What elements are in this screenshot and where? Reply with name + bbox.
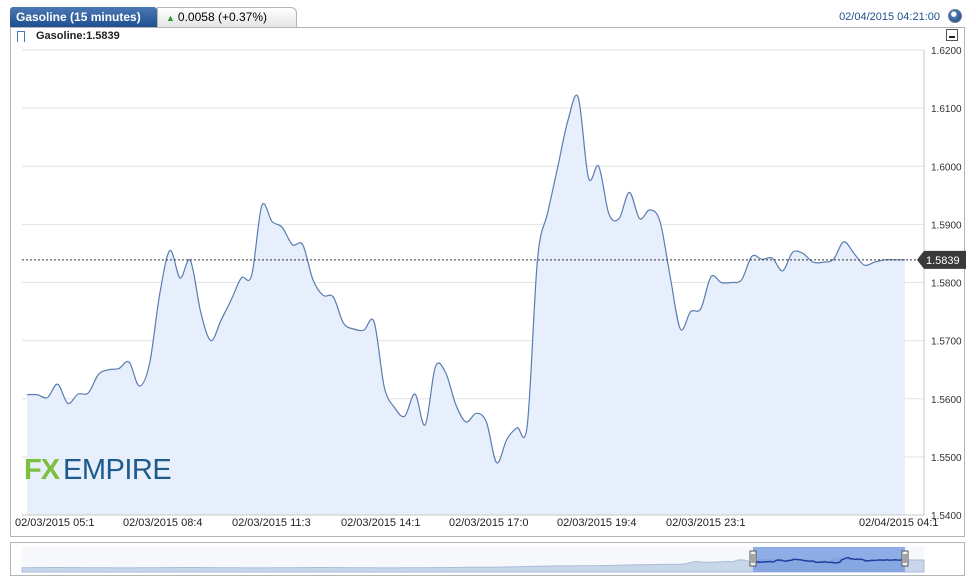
y-tick-label: 1.5600: [931, 395, 962, 406]
x-tick-label: 02/03/2015 23:1: [666, 517, 746, 529]
x-tick-label: 02/03/2015 05:1: [15, 517, 95, 529]
handle-grip-icon[interactable]: [901, 550, 909, 567]
navigator-chart[interactable]: [21, 546, 925, 573]
x-tick-label: 02/04/2015 04:1: [859, 517, 939, 529]
last-value-label: 1.5839: [926, 255, 960, 267]
y-tick-label: 1.5500: [931, 453, 962, 464]
price-chart: 1.54001.55001.56001.57001.58001.59001.60…: [15, 46, 966, 573]
x-tick-label: 02/03/2015 08:4: [123, 517, 203, 529]
x-axis: 02/03/2015 05:1 02/03/2015 08:4 02/03/2015…: [15, 517, 939, 529]
logo-empire: EMPIRE: [63, 454, 171, 486]
x-tick-label: 02/03/2015 17:0: [449, 517, 529, 529]
y-tick-label: 1.6000: [931, 162, 962, 173]
y-tick-label: 1.6200: [931, 46, 962, 57]
last-value-marker: 1.5839: [917, 250, 966, 269]
navigator-left-handle[interactable]: [749, 550, 757, 567]
x-tick-label: 02/03/2015 11:3: [232, 517, 311, 529]
navigator-right-handle[interactable]: [901, 550, 909, 567]
y-tick-label: 1.5700: [931, 337, 962, 348]
handle-grip-icon[interactable]: [749, 550, 757, 567]
x-tick-label: 02/03/2015 14:1: [341, 517, 421, 529]
y-tick-label: 1.6100: [931, 104, 962, 115]
x-tick-label: 02/03/2015 19:4: [557, 517, 637, 529]
fxempire-logo: FX EMPIRE: [24, 454, 172, 486]
y-tick-label: 1.5900: [931, 220, 962, 231]
y-tick-label: 1.5800: [931, 279, 962, 290]
logo-fx: FX: [24, 454, 61, 486]
